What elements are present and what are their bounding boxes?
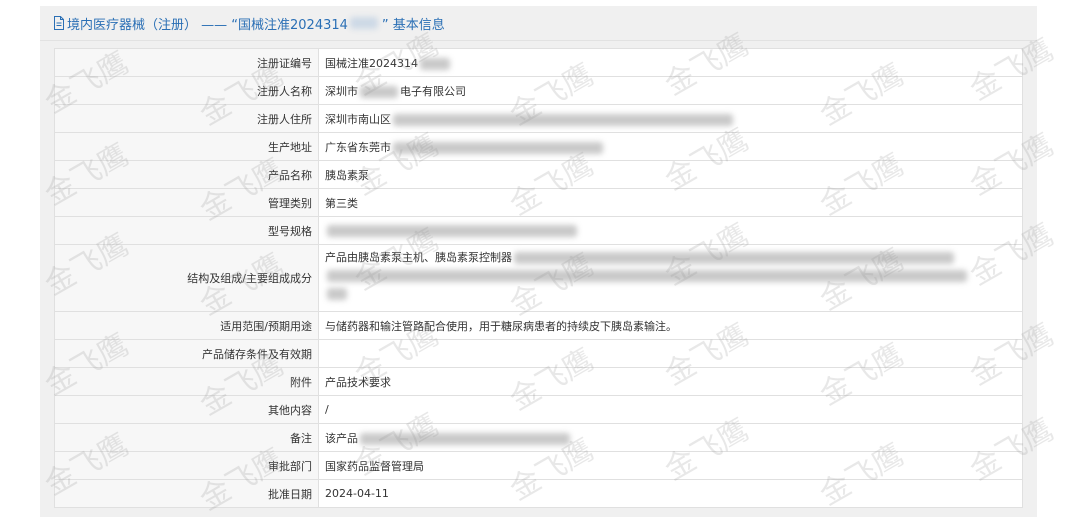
row-value: 胰岛素泵: [318, 160, 1023, 189]
row-label: 产品名称: [54, 160, 319, 189]
table-row: 注册人名称 深圳市 电子有限公司: [54, 76, 1023, 105]
table-row: 注册证编号 国械注准2024314: [54, 48, 1023, 77]
table-row: 备注 该产品: [54, 423, 1023, 452]
info-table: 注册证编号 国械注准2024314 注册人名称 深圳市 电子有限公司 注册人住所 …: [54, 48, 1023, 508]
row-label: 生产地址: [54, 132, 319, 161]
redacted-text: [360, 85, 398, 98]
table-row: 适用范围/预期用途 与储药器和输注管路配合使用，用于糖尿病患者的持续皮下胰岛素输…: [54, 311, 1023, 340]
row-label: 其他内容: [54, 395, 319, 424]
row-label: 管理类别: [54, 188, 319, 217]
table-row: 结构及组成/主要组成成分 产品由胰岛素泵主机、胰岛素泵控制器: [54, 244, 1023, 312]
panel-title: 境内医疗器械（注册） —— “国械注准2024314: [67, 17, 348, 33]
row-value: /: [318, 395, 1023, 424]
table-row: 生产地址 广东省东莞市: [54, 132, 1023, 161]
row-label: 备注: [54, 423, 319, 452]
redacted-text: [393, 113, 733, 126]
row-value: 该产品: [318, 423, 1023, 452]
row-value: 广东省东莞市: [318, 132, 1023, 161]
row-value: 深圳市南山区: [318, 104, 1023, 133]
redacted-text: [327, 225, 577, 237]
row-label: 审批部门: [54, 451, 319, 480]
table-row: 附件 产品技术要求: [54, 367, 1023, 396]
row-label: 附件: [54, 367, 319, 396]
row-value: [318, 216, 1023, 245]
row-label: 适用范围/预期用途: [54, 311, 319, 340]
row-label: 型号规格: [54, 216, 319, 245]
row-value: 与储药器和输注管路配合使用，用于糖尿病患者的持续皮下胰岛素输注。: [318, 311, 1023, 340]
row-value: 国械注准2024314: [318, 48, 1023, 77]
row-label: 结构及组成/主要组成成分: [54, 244, 319, 312]
table-row: 型号规格: [54, 216, 1023, 245]
document-icon: [53, 16, 65, 30]
row-value: 2024-04-11: [318, 479, 1023, 508]
redacted-text: [327, 288, 347, 300]
redacted-text: [360, 432, 570, 445]
row-value: 国家药品监督管理局: [318, 451, 1023, 480]
row-value: [318, 339, 1023, 368]
redacted-text: [349, 17, 378, 29]
redacted-text: [327, 270, 967, 282]
registration-info-panel: 境内医疗器械（注册） —— “国械注准2024314 ” 基本信息 注册证编号 …: [40, 6, 1037, 517]
panel-title-suffix: ” 基本信息: [381, 17, 445, 33]
row-value: 第三类: [318, 188, 1023, 217]
row-label: 注册人住所: [54, 104, 319, 133]
row-label: 注册证编号: [54, 48, 319, 77]
row-value: 产品技术要求: [318, 367, 1023, 396]
table-row: 批准日期 2024-04-11: [54, 479, 1023, 508]
table-row: 注册人住所 深圳市南山区: [54, 104, 1023, 133]
table-row: 其他内容 /: [54, 395, 1023, 424]
redacted-text: [514, 252, 954, 264]
row-label: 批准日期: [54, 479, 319, 508]
row-label: 注册人名称: [54, 76, 319, 105]
row-value: 深圳市 电子有限公司: [318, 76, 1023, 105]
table-row: 管理类别 第三类: [54, 188, 1023, 217]
table-row: 审批部门 国家药品监督管理局: [54, 451, 1023, 480]
table-row: 产品储存条件及有效期: [54, 339, 1023, 368]
table-row: 产品名称 胰岛素泵: [54, 160, 1023, 189]
redacted-text: [420, 57, 450, 70]
row-label: 产品储存条件及有效期: [54, 339, 319, 368]
panel-header: 境内医疗器械（注册） —— “国械注准2024314 ” 基本信息: [40, 6, 1037, 41]
redacted-text: [393, 141, 603, 154]
row-value: 产品由胰岛素泵主机、胰岛素泵控制器: [318, 244, 1023, 312]
